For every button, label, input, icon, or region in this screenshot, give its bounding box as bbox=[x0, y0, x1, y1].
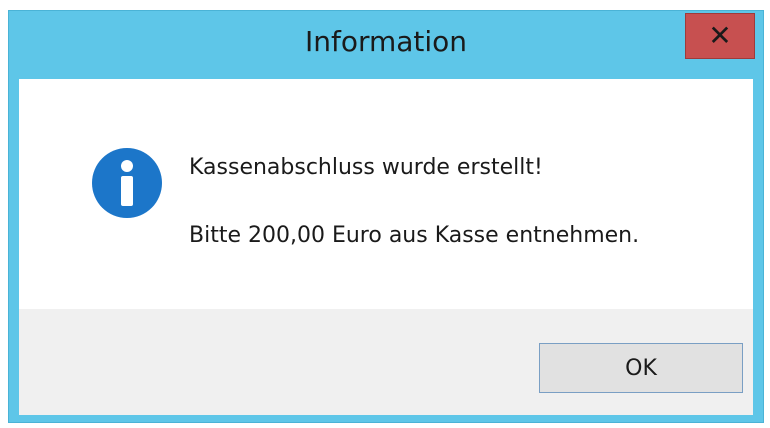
window-title: Information bbox=[304, 25, 468, 58]
message-line-2: Bitte 200,00 Euro aus Kasse entnehmen. bbox=[189, 223, 640, 248]
title-bar[interactable]: Information ✕ bbox=[9, 11, 763, 77]
message-line-1: Kassenabschluss wurde erstellt! bbox=[189, 155, 543, 180]
message-area: Kassenabschluss wurde erstellt! Bitte 20… bbox=[19, 79, 753, 309]
close-icon: ✕ bbox=[708, 19, 732, 52]
close-button[interactable]: ✕ bbox=[685, 13, 755, 59]
button-bar: OK bbox=[19, 309, 753, 415]
info-icon bbox=[92, 148, 162, 218]
ok-button[interactable]: OK bbox=[539, 343, 743, 393]
information-dialog: Information ✕ Kassenabschluss wurde erst… bbox=[8, 10, 764, 423]
